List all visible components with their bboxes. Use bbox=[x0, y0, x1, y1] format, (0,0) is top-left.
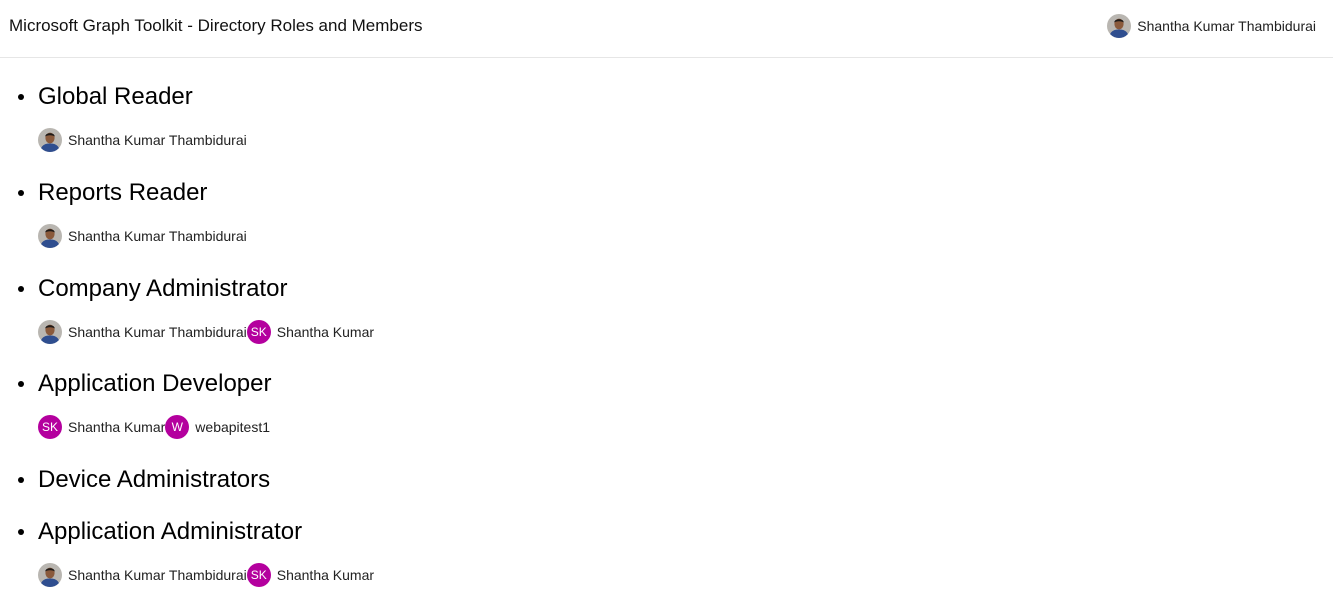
member-name: Shantha Kumar Thambidurai bbox=[68, 324, 247, 340]
initials-avatar: SK bbox=[246, 320, 271, 344]
initials-avatar: SK bbox=[246, 563, 271, 587]
user-photo-avatar bbox=[38, 224, 62, 248]
bullet-icon bbox=[18, 94, 24, 100]
member-person-card[interactable]: Shantha Kumar Thambidurai bbox=[38, 128, 247, 152]
user-photo-avatar bbox=[38, 563, 62, 587]
bullet-icon bbox=[18, 286, 24, 292]
role-members: Shantha Kumar Thambidurai SK Shantha Kumar bbox=[38, 320, 374, 344]
role-members: Shantha Kumar Thambidurai SK Shantha Kumar bbox=[38, 563, 374, 587]
bullet-icon bbox=[18, 190, 24, 196]
user-avatar bbox=[1107, 14, 1132, 38]
bullet-icon bbox=[18, 529, 24, 535]
role-members: Shantha Kumar Thambidurai bbox=[38, 128, 247, 152]
role-members: Shantha Kumar Thambidurai bbox=[38, 224, 247, 248]
member-person-card[interactable]: SK Shantha Kumar bbox=[38, 415, 165, 439]
initials-avatar: SK bbox=[38, 415, 62, 439]
member-person-card[interactable]: Wwebapitest1 bbox=[165, 415, 270, 439]
page-title: Microsoft Graph Toolkit - Directory Role… bbox=[9, 16, 423, 35]
role-name: Reports Reader bbox=[38, 179, 208, 206]
member-person-card[interactable]: Shantha Kumar Thambidurai bbox=[38, 320, 247, 344]
member-person-card[interactable]: Shantha Kumar Thambidurai bbox=[38, 563, 247, 587]
member-name: Shantha Kumar bbox=[276, 324, 375, 340]
role-name: Device Administrators bbox=[38, 466, 271, 493]
signed-in-user-name: Shantha Kumar Thambidurai bbox=[1137, 18, 1316, 34]
role-name: Global Reader bbox=[38, 83, 193, 110]
member-name: Shantha Kumar Thambidurai bbox=[68, 132, 247, 148]
member-name: Shantha Kumar Thambidurai bbox=[68, 567, 247, 583]
initials-avatar: W bbox=[165, 415, 190, 439]
role-name: Application Administrator bbox=[38, 518, 303, 545]
signed-in-user-button[interactable]: Shantha Kumar Thambidurai bbox=[1107, 14, 1316, 38]
member-name: webapitest1 bbox=[195, 419, 271, 435]
member-person-card[interactable]: SK Shantha Kumar bbox=[246, 563, 375, 587]
member-name: Shantha Kumar bbox=[276, 567, 375, 583]
user-photo-avatar bbox=[38, 128, 62, 152]
role-name: Company Administrator bbox=[38, 275, 288, 302]
role-name: Application Developer bbox=[38, 370, 272, 397]
app-header: Microsoft Graph Toolkit - Directory Role… bbox=[0, 0, 1333, 58]
member-person-card[interactable]: SK Shantha Kumar bbox=[246, 320, 375, 344]
member-name: Shantha Kumar bbox=[68, 419, 166, 435]
member-name: Shantha Kumar Thambidurai bbox=[68, 228, 247, 244]
role-members: SK Shantha Kumar Wwebapitest1 bbox=[38, 415, 270, 439]
bullet-icon bbox=[18, 477, 24, 483]
member-person-card[interactable]: Shantha Kumar Thambidurai bbox=[38, 224, 247, 248]
user-photo-avatar bbox=[38, 320, 62, 344]
bullet-icon bbox=[18, 381, 24, 387]
